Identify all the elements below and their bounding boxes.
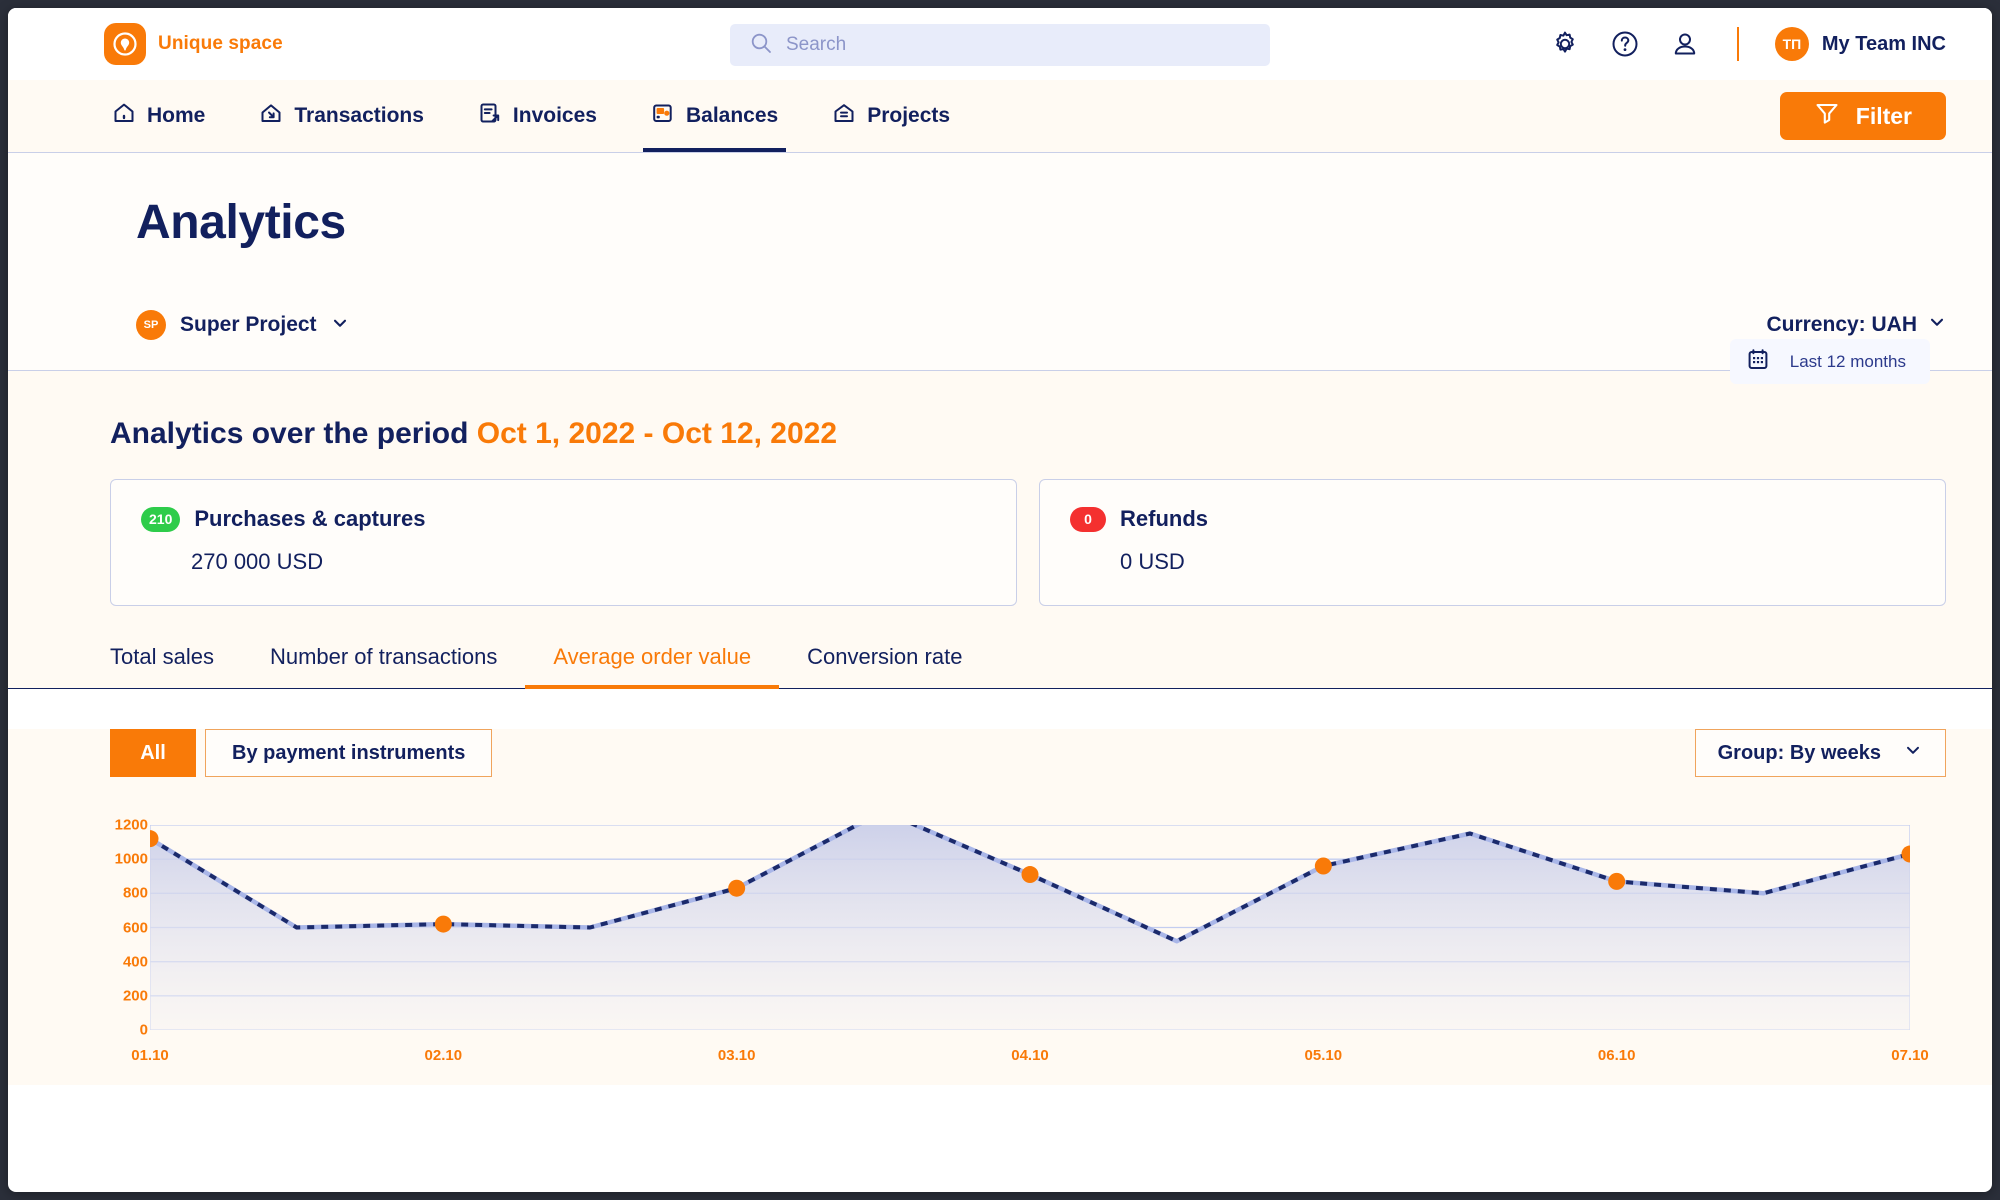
- nav-item-projects[interactable]: Projects: [824, 80, 958, 152]
- card-title: Purchases & captures: [194, 506, 426, 531]
- date-range-chip[interactable]: Last 12 months: [1729, 339, 1930, 384]
- nav-label: Projects: [867, 104, 951, 127]
- search-input[interactable]: [786, 34, 1250, 56]
- y-axis-tick: 0: [139, 1021, 148, 1039]
- user-icon[interactable]: [1669, 28, 1701, 60]
- page-header: Analytics Last 12 months SP Super Projec…: [8, 153, 1992, 384]
- transactions-icon: [259, 101, 283, 131]
- nav-label: Balances: [685, 104, 779, 127]
- metric-tabs: Total sales Number of transactions Avera…: [110, 644, 1946, 689]
- main-nav: Home Transactions Invoices Balances Proj…: [8, 80, 1992, 153]
- y-axis-tick: 1200: [114, 816, 148, 834]
- period-range: Oct 1, 2022 - Oct 12, 2022: [476, 417, 838, 450]
- wallet-icon: [651, 101, 675, 131]
- card-value: 270 000 USD: [191, 549, 324, 574]
- y-axis-tick: 800: [122, 884, 148, 902]
- group-dropdown[interactable]: Group: By weeks: [1694, 729, 1946, 777]
- tabs-divider: [8, 688, 1992, 689]
- search-icon: [750, 32, 772, 59]
- brand-name: Unique space: [158, 33, 283, 54]
- average-order-value-chart: 1200 1000 800 600 400 200 0 01.10 02.10 03.10 04.…: [110, 817, 1946, 1085]
- nav-item-transactions[interactable]: Transactions: [251, 80, 432, 152]
- location-pin-icon: [104, 23, 146, 65]
- period-heading: Analytics over the period Oct 1, 2022 - …: [110, 371, 1946, 451]
- filter-button[interactable]: Filter: [1779, 92, 1946, 140]
- y-axis-tick: 600: [122, 919, 148, 936]
- y-axis-tick: 1000: [114, 850, 148, 868]
- home-icon: [112, 101, 136, 131]
- tab-average-order-value[interactable]: Average order value: [525, 644, 779, 689]
- status-badge: 210: [141, 506, 181, 532]
- chevron-down-icon: [1903, 740, 1923, 766]
- view-segmented-control: All By payment instruments: [110, 729, 493, 777]
- invoice-icon: [478, 101, 502, 131]
- nav-label: Invoices: [512, 104, 597, 127]
- tab-conversion-rate[interactable]: Conversion rate: [779, 644, 990, 688]
- y-axis-tick: 200: [122, 987, 148, 1005]
- team-switcher[interactable]: ТП My Team INC: [1774, 27, 1946, 61]
- card-value: 0 USD: [1120, 549, 1185, 574]
- x-axis-tick: 06.10: [1597, 1047, 1636, 1064]
- projects-icon: [832, 101, 856, 131]
- nav-label: Home: [147, 104, 206, 127]
- gear-icon[interactable]: [1549, 28, 1581, 60]
- nav-item-balances[interactable]: Balances: [642, 80, 787, 152]
- y-axis-tick: 400: [122, 953, 148, 971]
- card-header: 210 Purchases & captures: [141, 506, 986, 532]
- avatar: ТП: [1774, 27, 1809, 61]
- x-axis-tick: 07.10: [1891, 1047, 1929, 1064]
- x-axis-tick: 01.10: [131, 1047, 169, 1064]
- nav-label: Transactions: [294, 104, 424, 127]
- x-axis-labels: 01.10 02.10 03.10 04.10 05.10 06.10 07.10: [110, 1047, 1946, 1071]
- analytics-body: Analytics over the period Oct 1, 2022 - …: [8, 371, 1992, 689]
- nav-item-invoices[interactable]: Invoices: [470, 80, 605, 152]
- x-axis-tick: 03.10: [717, 1047, 756, 1064]
- project-row: SP Super Project Currency: UAH: [136, 310, 1946, 340]
- chevron-down-icon: [331, 314, 349, 337]
- currency-selector[interactable]: Currency: UAH: [1766, 313, 1946, 337]
- segment-by-payment-instruments[interactable]: By payment instruments: [205, 729, 493, 777]
- calendar-icon: [1746, 347, 1770, 376]
- filter-label: Filter: [1855, 102, 1912, 129]
- tab-total-sales[interactable]: Total sales: [110, 644, 242, 688]
- currency-label: Currency: UAH: [1766, 313, 1917, 336]
- x-axis-tick: 05.10: [1304, 1047, 1343, 1064]
- status-badge: 0: [1070, 506, 1106, 532]
- team-name: My Team INC: [1821, 32, 1946, 55]
- divider: [1736, 27, 1739, 61]
- search-box[interactable]: [730, 24, 1270, 66]
- question-circle-icon[interactable]: [1609, 28, 1641, 60]
- card-title: Refunds: [1120, 506, 1208, 531]
- chart-controls: All By payment instruments Group: By wee…: [110, 729, 1946, 777]
- tab-number-of-transactions[interactable]: Number of transactions: [242, 644, 525, 688]
- y-axis-labels: 1200 1000 800 600 400 200 0: [80, 817, 148, 1039]
- chart-plot: [150, 825, 1910, 1030]
- top-bar-actions: ТП My Team INC: [1549, 27, 1946, 61]
- segment-all[interactable]: All: [110, 729, 196, 777]
- app-window: Unique space Search ТП My Team INC Home …: [8, 8, 1992, 1192]
- card-header: 0 Refunds: [1070, 506, 1915, 532]
- project-avatar: SP: [136, 310, 166, 340]
- project-name: Super Project: [180, 313, 317, 336]
- summary-cards: 210 Purchases & captures 270 000 USD 0 R…: [110, 479, 1946, 606]
- nav-items: Home Transactions Invoices Balances Proj…: [104, 80, 958, 152]
- project-selector[interactable]: SP Super Project: [136, 310, 349, 340]
- card-purchases: 210 Purchases & captures 270 000 USD: [110, 479, 1017, 606]
- nav-item-home[interactable]: Home: [104, 80, 213, 152]
- period-prefix: Analytics over the period: [110, 417, 469, 450]
- x-axis-tick: 02.10: [424, 1047, 463, 1064]
- top-bar: Unique space Search ТП My Team INC: [8, 8, 1992, 80]
- group-label: Group: By weeks: [1717, 741, 1881, 764]
- chart-panel: All By payment instruments Group: By wee…: [8, 729, 1992, 1085]
- date-range-label: Last 12 months: [1789, 351, 1906, 371]
- funnel-icon: [1814, 100, 1840, 132]
- x-axis-tick: 04.10: [1011, 1047, 1049, 1064]
- card-refunds: 0 Refunds 0 USD: [1039, 479, 1946, 606]
- brand[interactable]: Unique space: [104, 23, 283, 65]
- chevron-down-icon: [1928, 313, 1946, 337]
- page-title: Analytics: [136, 196, 346, 249]
